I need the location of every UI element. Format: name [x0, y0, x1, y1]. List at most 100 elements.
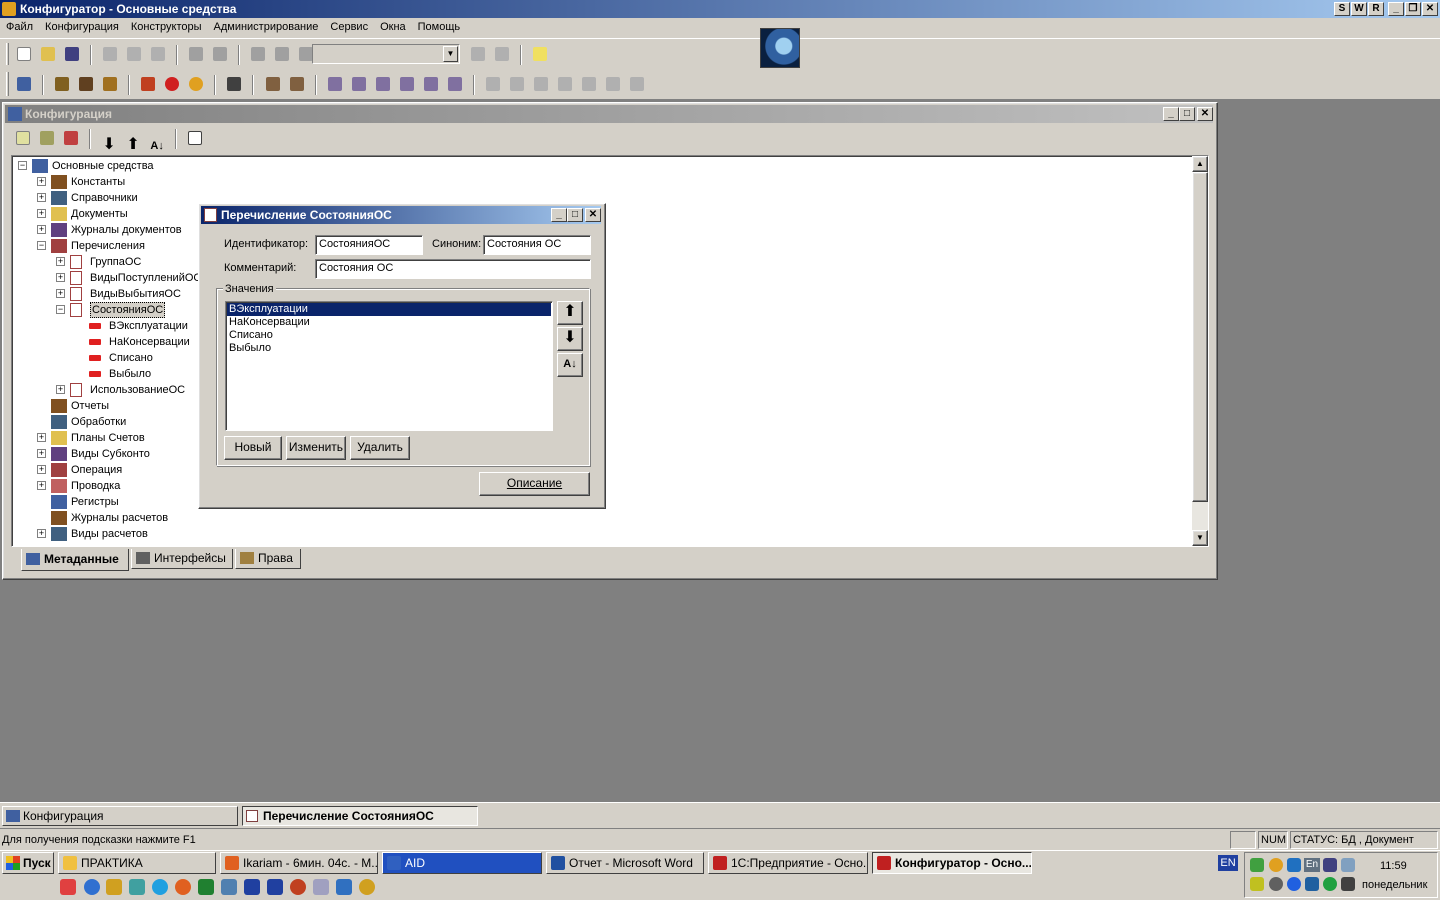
tree-item[interactable]: Журналы расчетов [12, 510, 1182, 526]
import-icon[interactable] [262, 73, 284, 95]
expand-icon[interactable]: + [37, 433, 46, 442]
minimize-icon[interactable]: _ [1388, 2, 1404, 16]
expand-icon[interactable]: + [37, 481, 46, 490]
taskbar-item[interactable]: AID [382, 852, 542, 874]
quick-launch-3-icon[interactable] [106, 879, 122, 895]
mdi-tab-config[interactable]: Конфигурация [2, 806, 238, 826]
tree-item[interactable]: − Основные средства [12, 158, 1182, 174]
start-button[interactable]: Пуск [2, 852, 54, 874]
sort-button[interactable]: A↓ [557, 353, 583, 377]
quick-launch-10-icon[interactable] [267, 879, 283, 895]
comment-field[interactable]: Состояния ОС [315, 259, 591, 279]
quick-launch-9-icon[interactable] [244, 879, 260, 895]
metadata-tree[interactable]: − Основные средства + Константы + Справочники… [11, 155, 1209, 547]
wizard-4-icon[interactable] [396, 73, 418, 95]
open-icon[interactable] [37, 43, 59, 65]
delete-button[interactable]: Удалить [350, 436, 410, 460]
expand-icon[interactable]: + [37, 209, 46, 218]
new-button[interactable]: Новый [224, 436, 282, 460]
restore-icon[interactable]: ❐ [1405, 2, 1421, 16]
taskbar-item[interactable]: 1С:Предприятие - Осно... [708, 852, 868, 874]
value-list-item[interactable]: Выбыло [227, 342, 551, 355]
taskbar-item[interactable]: Ikariam - 6мин. 04с. - M... [220, 852, 378, 874]
tree-icon[interactable] [13, 73, 35, 95]
tray-8-icon[interactable] [1269, 877, 1283, 891]
scroll-thumb[interactable] [1192, 172, 1208, 502]
w-button[interactable]: W [1351, 2, 1367, 16]
mdi-tab-enum[interactable]: Перечисление СостоянияОС [242, 806, 478, 826]
wizard-2-icon[interactable] [348, 73, 370, 95]
tray-6-icon[interactable] [1341, 858, 1355, 872]
person-icon[interactable] [223, 73, 245, 95]
expand-icon[interactable]: + [37, 529, 46, 538]
tray-7-icon[interactable] [1250, 877, 1264, 891]
close-icon[interactable]: ✕ [1422, 2, 1438, 16]
stop-icon[interactable] [161, 73, 183, 95]
tray-3-icon[interactable] [1287, 858, 1301, 872]
collapse-icon[interactable]: − [56, 305, 65, 314]
minimize-icon[interactable]: _ [1163, 107, 1179, 121]
expand-icon[interactable]: + [37, 177, 46, 186]
wizard-6-icon[interactable] [444, 73, 466, 95]
expand-icon[interactable]: + [56, 273, 65, 282]
lang-indicator[interactable]: EN [1218, 855, 1238, 871]
menu-windows[interactable]: Окна [374, 18, 412, 36]
tray-10-icon[interactable] [1305, 877, 1319, 891]
arrow-up-icon[interactable]: ⬆ [122, 134, 144, 156]
menu-help[interactable]: Помощь [412, 18, 467, 36]
tray-11-icon[interactable] [1323, 877, 1337, 891]
menu-file[interactable]: Файл [0, 18, 39, 36]
tray-5-icon[interactable] [1323, 858, 1337, 872]
clock[interactable]: 11:59 [1380, 858, 1407, 874]
quick-launch-13-icon[interactable] [336, 879, 352, 895]
values-list[interactable]: ВЭксплуатации НаКонсервации Списано Выбыло [225, 301, 553, 431]
help-icon[interactable] [529, 43, 551, 65]
users-icon[interactable] [99, 73, 121, 95]
wizard-5-icon[interactable] [420, 73, 442, 95]
identifier-field[interactable]: СостоянияОС [315, 235, 423, 255]
quick-launch-12-icon[interactable] [313, 879, 329, 895]
minimize-icon[interactable]: _ [551, 208, 567, 222]
synonym-field[interactable]: Состояния ОС [483, 235, 591, 255]
tree-item[interactable]: + Константы [12, 174, 1182, 190]
tab-rights[interactable]: Права [235, 549, 301, 569]
wizard-3-icon[interactable] [372, 73, 394, 95]
chevron-down-icon[interactable]: ▼ [443, 46, 458, 62]
menu-configuration[interactable]: Конфигурация [39, 18, 125, 36]
firefox-icon[interactable] [175, 879, 191, 895]
export-icon[interactable] [286, 73, 308, 95]
arrow-down-icon[interactable]: ⬇ [98, 134, 120, 156]
tray-2-icon[interactable] [1269, 858, 1283, 872]
move-up-button[interactable]: ⬆ [557, 301, 583, 325]
tray-9-icon[interactable] [1287, 877, 1301, 891]
delete-object-icon[interactable] [60, 127, 82, 149]
save-icon[interactable] [61, 43, 83, 65]
collapse-icon[interactable]: − [18, 161, 27, 170]
tab-interfaces[interactable]: Интерфейсы [131, 549, 233, 569]
r-button[interactable]: R [1368, 2, 1384, 16]
expand-icon[interactable]: + [37, 193, 46, 202]
taskbar-item[interactable]: ПРАКТИКА [58, 852, 216, 874]
tree-item[interactable]: + Виды расчетов [12, 526, 1182, 542]
scroll-down-arrow[interactable]: ▼ [1192, 530, 1208, 546]
sort-icon[interactable]: A↓ [146, 135, 168, 157]
description-icon[interactable] [184, 127, 206, 149]
maximize-icon[interactable]: □ [567, 208, 583, 222]
value-list-item[interactable]: НаКонсервации [227, 316, 551, 329]
value-list-item[interactable]: ВЭксплуатации [227, 303, 551, 316]
tray-lang[interactable]: En [1304, 858, 1320, 872]
tab-metadata[interactable]: Метаданные [21, 549, 129, 571]
close-icon[interactable]: ✕ [585, 208, 601, 222]
taskbar-item[interactable]: Отчет - Microsoft Word [546, 852, 704, 874]
new-icon[interactable] [13, 43, 35, 65]
value-list-item[interactable]: Списано [227, 329, 551, 342]
taskbar-item[interactable]: Конфигуратор - Осно... [872, 852, 1032, 874]
search-combo[interactable]: ▼ [312, 44, 460, 64]
description-button[interactable]: Описание [479, 472, 590, 496]
expand-icon[interactable]: + [37, 225, 46, 234]
edit-button[interactable]: Изменить [286, 436, 346, 460]
quick-launch-7-icon[interactable] [198, 879, 214, 895]
globe-icon[interactable] [760, 28, 800, 68]
menu-constructors[interactable]: Конструкторы [125, 18, 208, 36]
pause-icon[interactable] [185, 73, 207, 95]
